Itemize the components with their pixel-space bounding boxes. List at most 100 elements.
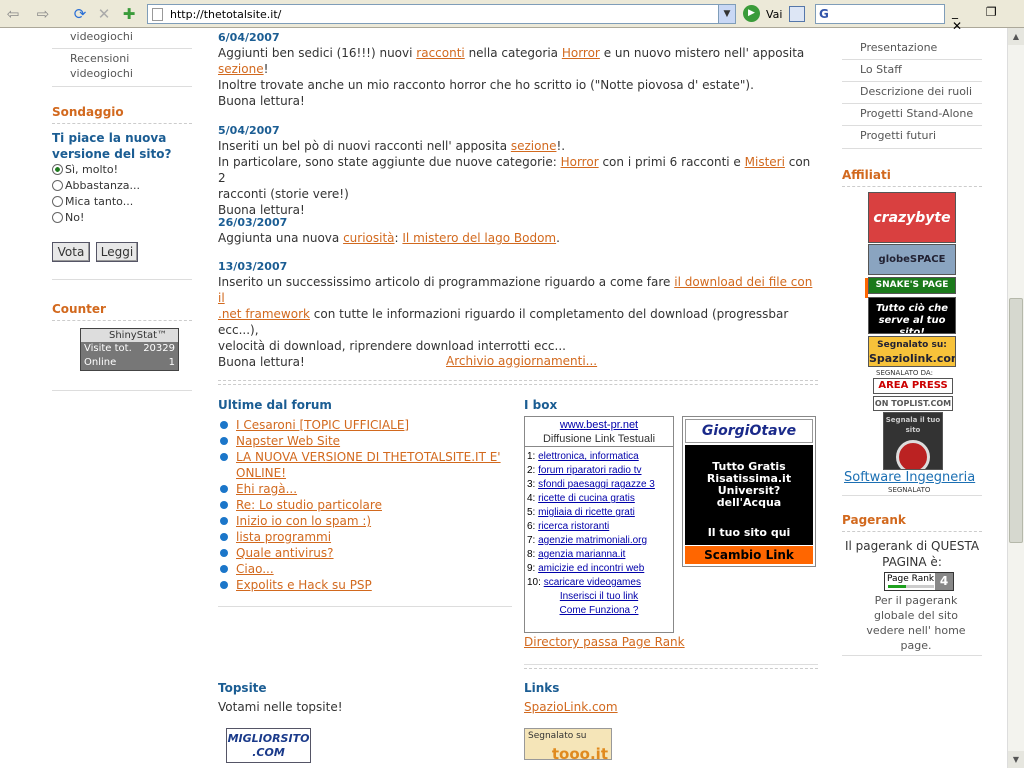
areapress-banner[interactable]: AREA PRESS	[873, 378, 953, 394]
segnala-banner[interactable]: Segnala il tuo sito	[883, 412, 943, 470]
right-menu-item[interactable]: Presentazione	[860, 41, 937, 54]
left-menu-item[interactable]: Recensioni videogiochi	[70, 51, 170, 81]
forum-topic-link[interactable]: Ehi ragà...	[236, 482, 297, 496]
directory-link[interactable]: Directory passa Page Rank	[524, 635, 685, 649]
add-favorite-icon[interactable]: ✚	[120, 4, 138, 24]
forum-topic-link[interactable]: Inizio io con lo spam :)	[236, 514, 371, 528]
left-menu-item[interactable]: videogiochi	[70, 29, 133, 44]
list-item: 1: elettronica, informatica	[527, 451, 639, 462]
vote-button[interactable]: Vota	[52, 242, 90, 262]
right-menu-item[interactable]: Progetti Stand-Alone	[860, 107, 973, 120]
radio-icon[interactable]	[52, 196, 63, 207]
forum-topic-link[interactable]: Expolits e Hack su PSP	[236, 578, 372, 592]
poll-option[interactable]: Abbastanza...	[52, 179, 140, 192]
address-bar[interactable]: http://thetotalsite.it/ ▼	[147, 4, 736, 24]
page-icon	[152, 8, 163, 21]
forum-topic-link[interactable]: Napster Web Site	[236, 434, 340, 448]
radio-selected-icon[interactable]	[52, 164, 63, 175]
browser-toolbar: ⇦ ⇨ ⟳ ✕ ✚ http://thetotalsite.it/ ▼ ▶ Va…	[0, 0, 1024, 33]
list-item: 3: sfondi paesaggi ragazze 3	[527, 479, 655, 490]
scroll-thumb[interactable]	[1009, 298, 1023, 543]
insert-link[interactable]: Inserisci il tuo link	[560, 591, 638, 602]
ibox-link[interactable]: ricerca ristoranti	[538, 521, 609, 532]
news-link[interactable]: Horror	[562, 46, 600, 60]
list-item: I Cesaroni [TOPIC UFFICIALE]	[220, 417, 510, 433]
ibox-link[interactable]: forum riparatori radio tv	[538, 465, 641, 476]
affiliati-title: Affiliati	[842, 168, 891, 182]
ibox-link[interactable]: amicizie ed incontri web	[538, 563, 644, 574]
migliorsito-badge[interactable]: MIGLIORSITO .COM	[226, 728, 311, 763]
forum-topic-link[interactable]: Ciao...	[236, 562, 274, 576]
radio-icon[interactable]	[52, 180, 63, 191]
refresh-icon[interactable]: ⟳	[70, 4, 90, 24]
best-pr-link[interactable]: www.best-pr.net	[560, 419, 638, 431]
scrollbar[interactable]: ▲ ▼	[1007, 28, 1024, 768]
pagerank-badge[interactable]: Page Rank 4	[884, 572, 954, 591]
poll-option[interactable]: No!	[52, 211, 84, 224]
tutto-banner[interactable]: Tutto ciò che serve al tuo sito!	[868, 297, 956, 334]
software-ingegneria-link[interactable]: Software Ingegneria	[844, 470, 975, 485]
right-menu-item[interactable]: Descrizione dei ruoli	[860, 85, 972, 98]
forum-title: Ultime dal forum	[218, 398, 332, 412]
scambio-link-button[interactable]: Scambio Link	[685, 546, 813, 564]
poll-option[interactable]: Sì, molto!	[52, 163, 118, 176]
target-icon	[896, 440, 930, 469]
giorgiotave-banner[interactable]: GiorgiOtave Tutto Gratis Risatissima.it …	[682, 416, 816, 567]
news-link[interactable]: .net framework	[218, 307, 310, 321]
how-it-works-link[interactable]: Come Funziona ?	[560, 605, 639, 616]
archive-link[interactable]: Archivio aggiornamenti...	[446, 354, 597, 368]
news-link[interactable]: racconti	[416, 46, 464, 60]
go-icon[interactable]: ▶	[743, 5, 760, 22]
news-link[interactable]: Il mistero del lago Bodom	[402, 231, 556, 245]
forum-topic-link[interactable]: Quale antivirus?	[236, 546, 334, 560]
forum-topic-link[interactable]: LA NUOVA VERSIONE DI THETOTALSITE.IT E' …	[236, 450, 501, 480]
forum-topic-link[interactable]: I Cesaroni [TOPIC UFFICIALE]	[236, 418, 409, 432]
list-item: Ciao...	[220, 561, 510, 577]
news-link[interactable]: sezione	[218, 62, 264, 76]
list-item: LA NUOVA VERSIONE DI THETOTALSITE.IT E' …	[220, 449, 510, 481]
go-button[interactable]: Vai	[766, 8, 782, 21]
news-link[interactable]: Misteri	[745, 155, 785, 169]
snakes-page-banner[interactable]: SNAKE'S PAGE	[868, 277, 956, 294]
radio-icon[interactable]	[52, 212, 63, 223]
right-menu-item[interactable]: Progetti futuri	[860, 129, 936, 142]
back-icon[interactable]: ⇦	[4, 4, 22, 24]
shinystat-counter[interactable]: ShinyStat™ Visite tot. 20329 Online 1	[80, 328, 179, 371]
address-url: http://thetotalsite.it/	[170, 8, 282, 21]
spaziolink-banner[interactable]: Segnalato su: Spaziolink.com	[868, 336, 956, 367]
ibox-link[interactable]: ricette di cucina gratis	[538, 493, 635, 504]
ibox-link[interactable]: elettronica, informatica	[538, 451, 639, 462]
globespace-banner[interactable]: globeSPACE	[868, 244, 956, 275]
news-link[interactable]: Horror	[561, 155, 599, 169]
scroll-down-icon[interactable]: ▼	[1008, 751, 1024, 768]
poll-title: Sondaggio	[52, 105, 124, 119]
segnalato-label: SEGNALATO	[888, 486, 931, 494]
forward-icon[interactable]: ⇨	[34, 4, 52, 24]
list-item: Quale antivirus?	[220, 545, 510, 561]
forum-topic-link[interactable]: lista programmi	[236, 530, 331, 544]
news-date: 6/04/2007	[218, 31, 280, 44]
spaziolink-link[interactable]: SpazioLink.com	[524, 700, 618, 714]
news-link[interactable]: sezione	[511, 139, 557, 153]
right-menu-item[interactable]: Lo Staff	[860, 63, 902, 76]
stop-icon[interactable]: ✕	[95, 4, 113, 24]
list-item: Napster Web Site	[220, 433, 510, 449]
news-link[interactable]: curiosità	[343, 231, 394, 245]
toplist-banner[interactable]: ON TOPLIST.COM	[873, 396, 953, 411]
crazybyte-banner[interactable]: crazybyte	[868, 192, 956, 243]
read-results-button[interactable]: Leggi	[96, 242, 138, 262]
ibox-link[interactable]: agenzie matrimoniali.org	[538, 535, 647, 546]
ibox-link[interactable]: sfondi paesaggi ragazze 3	[538, 479, 655, 490]
ibox-link[interactable]: scaricare videogames	[544, 577, 641, 588]
chevron-down-icon[interactable]: ▼	[718, 5, 735, 23]
poll-option[interactable]: Mica tanto...	[52, 195, 133, 208]
ibox-link[interactable]: agenzia marianna.it	[538, 549, 625, 560]
ibox-link[interactable]: migliaia di ricette grati	[538, 507, 635, 518]
search-input[interactable]: G	[815, 4, 945, 24]
list-item: Inizio io con lo spam :)	[220, 513, 510, 529]
links-icon[interactable]	[789, 6, 805, 22]
links-title: Links	[524, 681, 560, 695]
scroll-up-icon[interactable]: ▲	[1008, 28, 1024, 45]
forum-topic-link[interactable]: Re: Lo studio particolare	[236, 498, 382, 512]
tooo-badge[interactable]: Segnalato su tooo.it	[524, 728, 612, 763]
